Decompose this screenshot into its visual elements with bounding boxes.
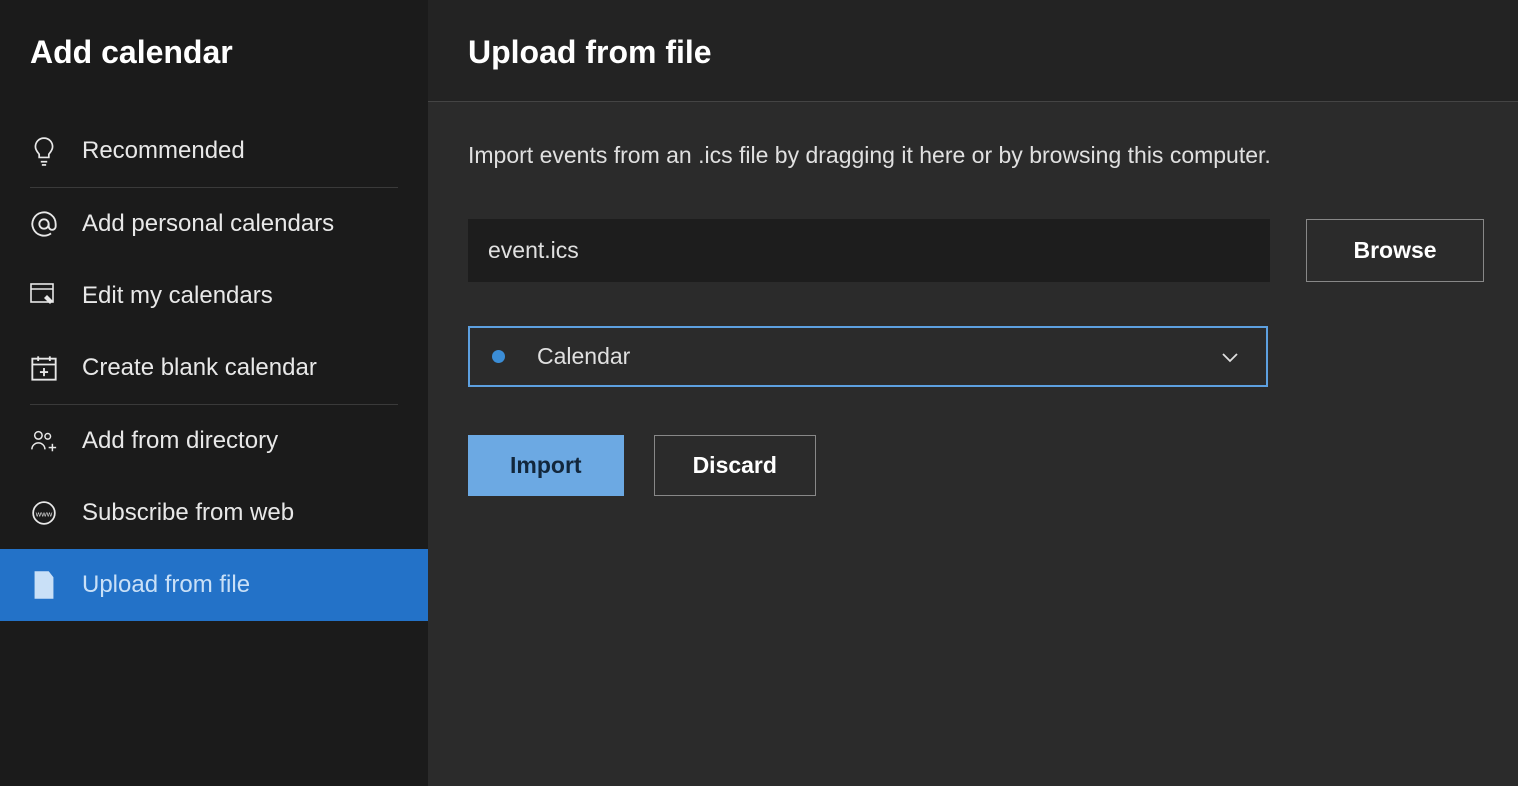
- sidebar-item-label: Recommended: [82, 137, 245, 165]
- sidebar-item-recommended[interactable]: Recommended: [0, 115, 428, 187]
- sidebar-item-create-blank[interactable]: Create blank calendar: [0, 332, 428, 404]
- svg-text:www: www: [35, 509, 53, 518]
- web-badge-icon: www: [30, 499, 58, 527]
- edit-window-icon: [30, 282, 58, 310]
- sidebar-item-label: Upload from file: [82, 571, 250, 599]
- discard-button[interactable]: Discard: [654, 435, 816, 496]
- file-name-display[interactable]: event.ics: [468, 219, 1270, 282]
- sidebar-item-add-personal[interactable]: Add personal calendars: [0, 188, 428, 260]
- sidebar-item-label: Create blank calendar: [82, 354, 317, 382]
- main-header: Upload from file: [428, 0, 1518, 102]
- main-body: Import events from an .ics file by dragg…: [428, 102, 1518, 536]
- calendar-select[interactable]: Calendar: [468, 326, 1268, 387]
- sidebar-item-label: Add from directory: [82, 427, 278, 455]
- main-panel: Upload from file Import events from an .…: [428, 0, 1518, 786]
- sidebar-group-3: Add from directory www Subscribe from we…: [30, 405, 398, 621]
- sidebar-item-edit-calendars[interactable]: Edit my calendars: [0, 260, 428, 332]
- description-text: Import events from an .ics file by dragg…: [468, 142, 1484, 169]
- file-upload-icon: [30, 571, 58, 599]
- at-sign-icon: [30, 210, 58, 238]
- sidebar-group-2: Add personal calendars Edit my calendars: [30, 188, 398, 405]
- calendar-select-label: Calendar: [537, 343, 1218, 370]
- button-row: Import Discard: [468, 435, 1484, 496]
- page-title: Upload from file: [468, 34, 1484, 71]
- sidebar-item-subscribe-web[interactable]: www Subscribe from web: [0, 477, 428, 549]
- sidebar-item-label: Add personal calendars: [82, 210, 334, 238]
- sidebar-item-label: Subscribe from web: [82, 499, 294, 527]
- import-button[interactable]: Import: [468, 435, 624, 496]
- calendar-color-dot: [492, 350, 505, 363]
- people-add-icon: [30, 427, 58, 455]
- sidebar-title: Add calendar: [0, 34, 428, 115]
- browse-button[interactable]: Browse: [1306, 219, 1484, 282]
- lightbulb-icon: [30, 137, 58, 165]
- sidebar-item-add-directory[interactable]: Add from directory: [0, 405, 428, 477]
- calendar-plus-icon: [30, 354, 58, 382]
- file-row: event.ics Browse: [468, 219, 1484, 282]
- sidebar-item-label: Edit my calendars: [82, 282, 273, 310]
- chevron-down-icon: [1218, 345, 1242, 369]
- sidebar-group-1: Recommended: [30, 115, 398, 188]
- sidebar-item-upload-file[interactable]: Upload from file: [0, 549, 428, 621]
- sidebar: Add calendar Recommended Add personal ca…: [0, 0, 428, 786]
